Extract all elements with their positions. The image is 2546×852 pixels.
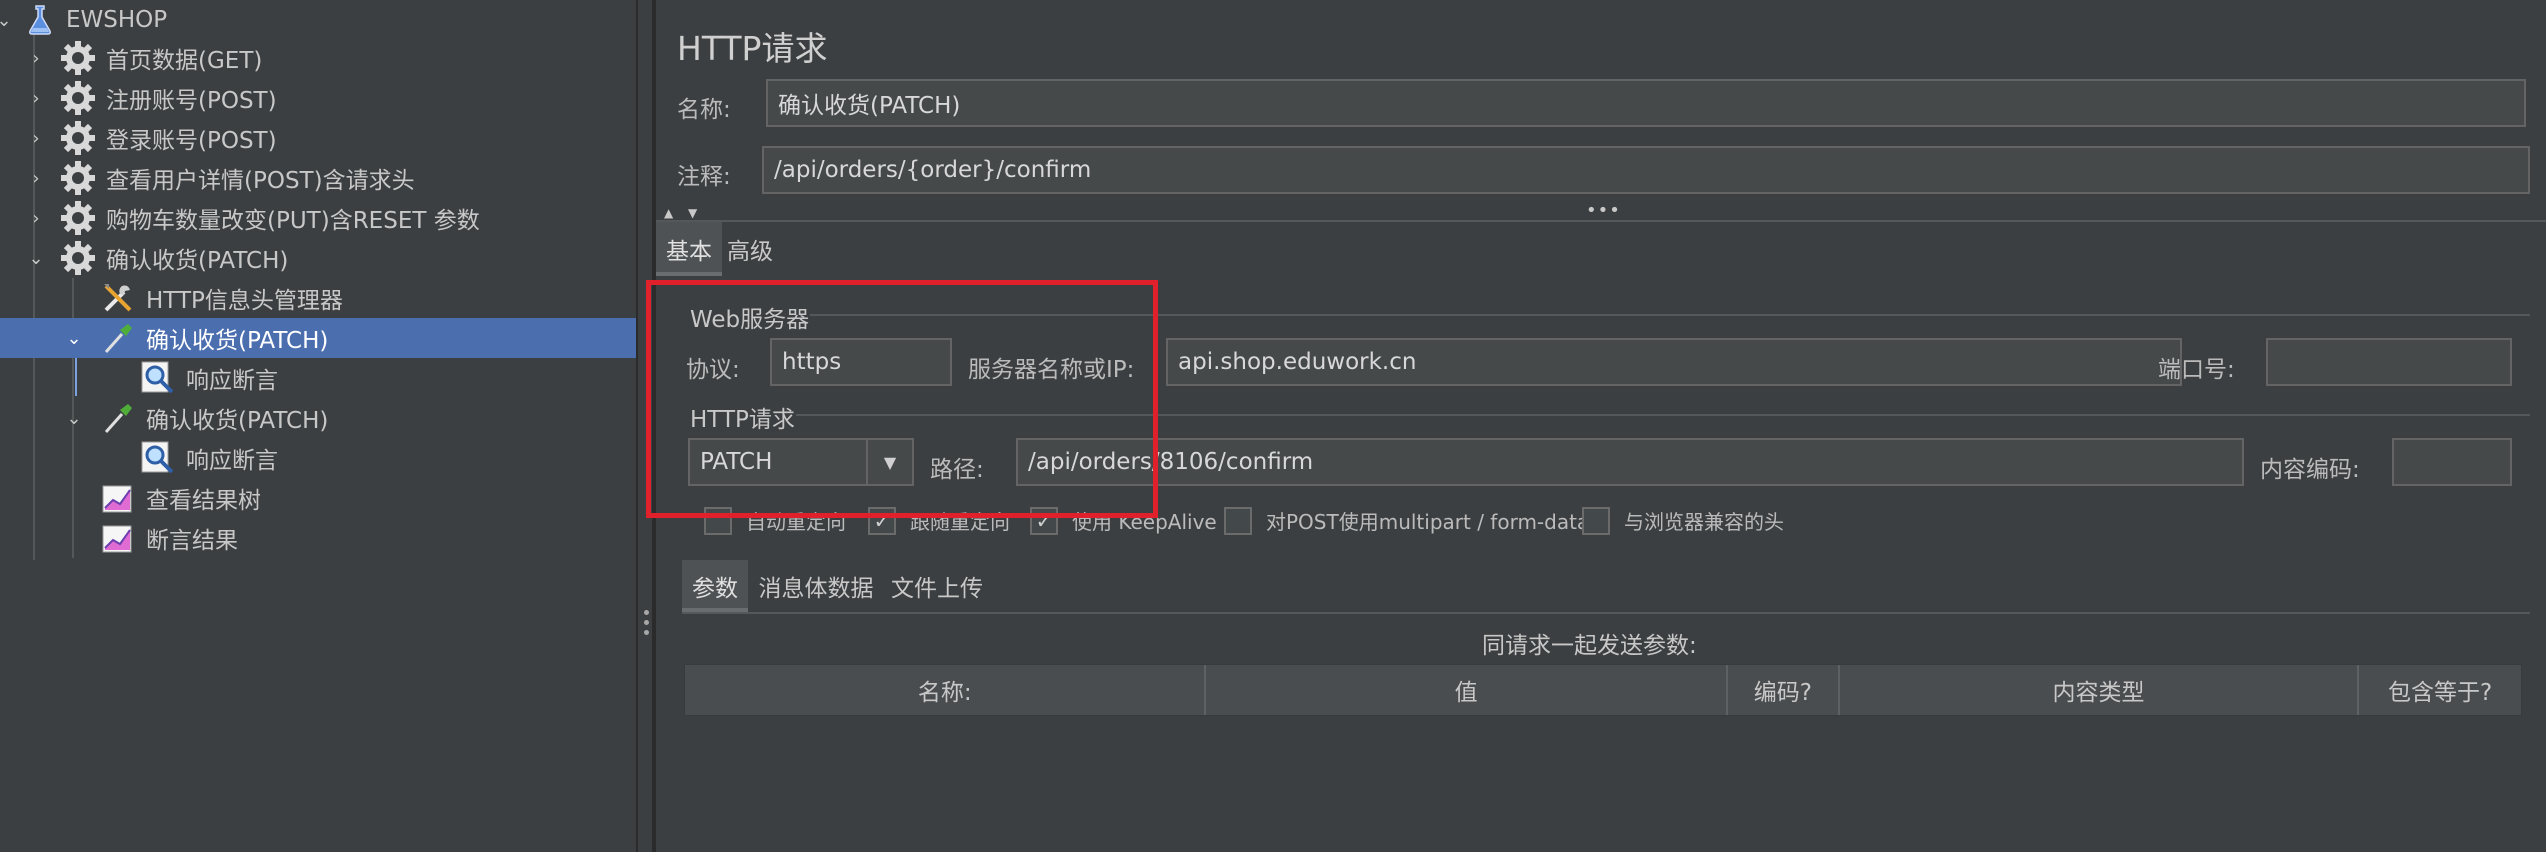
- tree-item-label: HTTP信息头管理器: [146, 288, 343, 314]
- tree-item-label: 确认收货(PATCH): [146, 328, 329, 354]
- pipette-icon: [104, 324, 132, 353]
- tab-advanced[interactable]: 高级: [722, 222, 778, 276]
- collapse-bar[interactable]: ▲ ▼ •••: [656, 202, 2546, 221]
- chevron-down-icon[interactable]: ⌄: [0, 10, 14, 31]
- content-encoding-field[interactable]: [2392, 438, 2512, 486]
- chevron-right-icon[interactable]: ›: [26, 208, 46, 229]
- tree-item-thread-group[interactable]: › 查看用户详情(POST)含请求头: [0, 158, 636, 198]
- tree-item-label: EWSHOP: [66, 7, 168, 33]
- graph-icon: [102, 525, 132, 553]
- parameters-table-body[interactable]: [684, 716, 2522, 852]
- tree-item-label: 响应断言: [186, 368, 278, 394]
- gear-icon: [61, 201, 95, 235]
- chevron-down-icon[interactable]: ⌄: [26, 248, 46, 269]
- jmeter-window: ⌄ EWSHOP › 首页数据(GET) › 注册账号(POST) › 登录账号…: [0, 0, 2546, 852]
- tab-files-upload[interactable]: 文件上传: [888, 560, 986, 612]
- port-label: 端口号:: [2158, 357, 2235, 383]
- column-header-value[interactable]: 值: [1206, 665, 1728, 715]
- tree-item-header-manager[interactable]: HTTP信息头管理器: [0, 278, 636, 318]
- test-plan-tree: ⌄ EWSHOP › 首页数据(GET) › 注册账号(POST) › 登录账号…: [0, 0, 636, 852]
- highlight-annotation-box: [646, 280, 1158, 518]
- tree-item-http-sampler[interactable]: ⌄ 确认收货(PATCH): [0, 398, 636, 438]
- parameters-table-header: 名称: 值 编码? 内容类型 包含等于?: [684, 664, 2522, 716]
- gear-icon: [61, 161, 95, 195]
- checkbox-multipart[interactable]: 对POST使用multipart / form-data: [1224, 506, 1589, 535]
- page-title: HTTP请求: [677, 29, 828, 68]
- column-header-content-type[interactable]: 内容类型: [1840, 665, 2360, 715]
- collapse-up-icon[interactable]: ▲: [664, 206, 673, 220]
- checkbox-browser-compatible-headers[interactable]: 与浏览器兼容的头: [1582, 506, 1784, 535]
- chevron-right-icon[interactable]: ›: [26, 128, 46, 149]
- tree-item-thread-group[interactable]: › 登录账号(POST): [0, 118, 636, 158]
- http-request-panel: HTTP请求 名称: 确认收货(PATCH) 注释: /api/orders/{…: [646, 0, 2546, 852]
- content-encoding-label: 内容编码:: [2260, 457, 2360, 483]
- checkbox-label: 对POST使用multipart / form-data: [1266, 510, 1590, 534]
- checkbox-unchecked-icon[interactable]: [1224, 506, 1252, 535]
- collapse-down-icon[interactable]: ▼: [688, 206, 697, 220]
- tree-item-label: 购物车数量改变(PUT)含RESET 参数: [106, 208, 480, 234]
- column-header-encode[interactable]: 编码?: [1728, 665, 1840, 715]
- tree-item-view-results-tree[interactable]: 查看结果树: [0, 478, 636, 518]
- tree-item-thread-group[interactable]: › 首页数据(GET): [0, 38, 636, 78]
- name-label: 名称:: [677, 97, 731, 123]
- port-field[interactable]: [2266, 338, 2512, 386]
- tree-item-thread-group[interactable]: ⌄ 确认收货(PATCH): [0, 238, 636, 278]
- tree-item-thread-group[interactable]: › 注册账号(POST): [0, 78, 636, 118]
- column-header-name[interactable]: 名称:: [685, 665, 1207, 715]
- tree-item-assertion-results[interactable]: 断言结果: [0, 518, 636, 558]
- tree-item-response-assertion[interactable]: 响应断言: [0, 358, 636, 398]
- chevron-right-icon[interactable]: ›: [26, 48, 46, 69]
- chevron-down-icon[interactable]: ⌄: [64, 328, 84, 349]
- magnifier-icon: [141, 441, 174, 474]
- checkbox-label: 与浏览器兼容的头: [1624, 510, 1784, 534]
- drag-handle-icon[interactable]: [644, 610, 650, 635]
- magnifier-icon: [141, 361, 174, 394]
- tab-parameters[interactable]: 参数: [682, 560, 748, 612]
- comment-label: 注释:: [677, 164, 731, 190]
- tree-item-label: 首页数据(GET): [106, 48, 263, 74]
- divider: [682, 612, 2530, 614]
- tab-body-data[interactable]: 消息体数据: [756, 560, 876, 612]
- path-field[interactable]: /api/orders/8106/confirm: [1016, 438, 2244, 486]
- gear-icon: [61, 81, 95, 115]
- pipette-icon: [104, 404, 132, 433]
- tree-item-label: 确认收货(PATCH): [146, 408, 329, 434]
- wrench-icon: [104, 284, 132, 312]
- tree-item-label: 注册账号(POST): [106, 88, 277, 114]
- column-header-include-equals[interactable]: 包含等于?: [2359, 665, 2521, 715]
- tree-item-http-sampler-selected[interactable]: ⌄ 确认收货(PATCH): [0, 318, 636, 358]
- parameters-caption: 同请求一起发送参数:: [1482, 633, 1697, 659]
- flask-icon: [29, 5, 51, 35]
- tree-item-label: 登录账号(POST): [106, 128, 277, 154]
- divider: [656, 220, 2546, 222]
- graph-icon: [102, 485, 132, 513]
- tab-basic[interactable]: 基本: [656, 222, 722, 276]
- server-name-field[interactable]: api.shop.eduwork.cn: [1166, 338, 2182, 386]
- chevron-down-icon[interactable]: ⌄: [64, 408, 84, 429]
- chevron-right-icon[interactable]: ›: [26, 168, 46, 189]
- chevron-right-icon[interactable]: ›: [26, 88, 46, 109]
- tree-item-label: 查看用户详情(POST)含请求头: [106, 168, 415, 194]
- name-field[interactable]: 确认收货(PATCH): [766, 79, 2526, 127]
- tree-item-ewshop[interactable]: ⌄ EWSHOP: [0, 0, 636, 40]
- tree-item-label: 响应断言: [186, 448, 278, 474]
- checkbox-unchecked-icon[interactable]: [1582, 506, 1610, 535]
- drag-handle-icon[interactable]: •••: [1586, 202, 1621, 220]
- gear-icon: [61, 121, 95, 155]
- gear-icon: [61, 41, 95, 75]
- tree-item-label: 确认收货(PATCH): [106, 248, 289, 274]
- gear-icon: [61, 241, 95, 275]
- tree-item-label: 断言结果: [146, 528, 238, 554]
- comment-field[interactable]: /api/orders/{order}/confirm: [762, 146, 2530, 194]
- tree-item-thread-group[interactable]: › 购物车数量改变(PUT)含RESET 参数: [0, 198, 636, 238]
- tree-item-label: 查看结果树: [146, 488, 261, 514]
- tree-item-response-assertion[interactable]: 响应断言: [0, 438, 636, 478]
